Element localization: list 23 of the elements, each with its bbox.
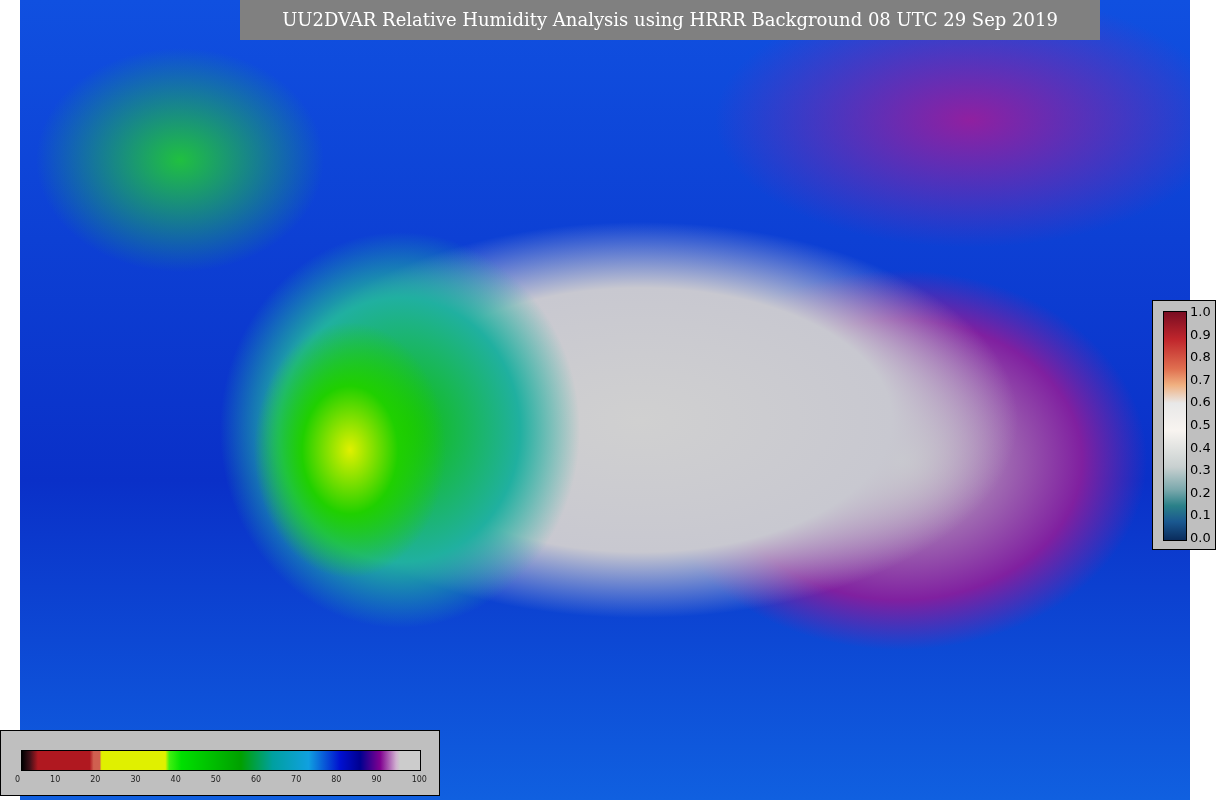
- tick-label: 40: [170, 775, 181, 784]
- tick-label: 90: [371, 775, 382, 784]
- tick-label: 0.4: [1190, 440, 1211, 455]
- tick-label: 70: [291, 775, 302, 784]
- tick-label: 0.7: [1190, 372, 1211, 387]
- tick-label: 100: [411, 775, 427, 784]
- tick-label: 0.9: [1190, 327, 1211, 342]
- tick-label: 1.0: [1190, 305, 1211, 319]
- tick-label: 50: [210, 775, 221, 784]
- tick-label: 80: [331, 775, 342, 784]
- tick-label: 0.2: [1190, 485, 1211, 500]
- tick-label: 30: [130, 775, 141, 784]
- tick-label: 0: [15, 775, 21, 784]
- tick-label: 60: [250, 775, 262, 784]
- tick-label: 0.6: [1190, 395, 1211, 410]
- tick-label: 10: [50, 775, 61, 784]
- chart-title: UU2DVAR Relative Humidity Analysis using HRRR Background 08 UTC 29 Sep 2019: [240, 0, 1100, 40]
- tick-label: 20: [90, 775, 101, 784]
- tick-label: 0.1: [1190, 508, 1211, 523]
- tick-label: 0.5: [1190, 417, 1211, 432]
- tick-label: 0.8: [1190, 350, 1211, 365]
- tick-label: 0.3: [1190, 463, 1211, 478]
- tick-label: 0.0: [1190, 530, 1211, 545]
